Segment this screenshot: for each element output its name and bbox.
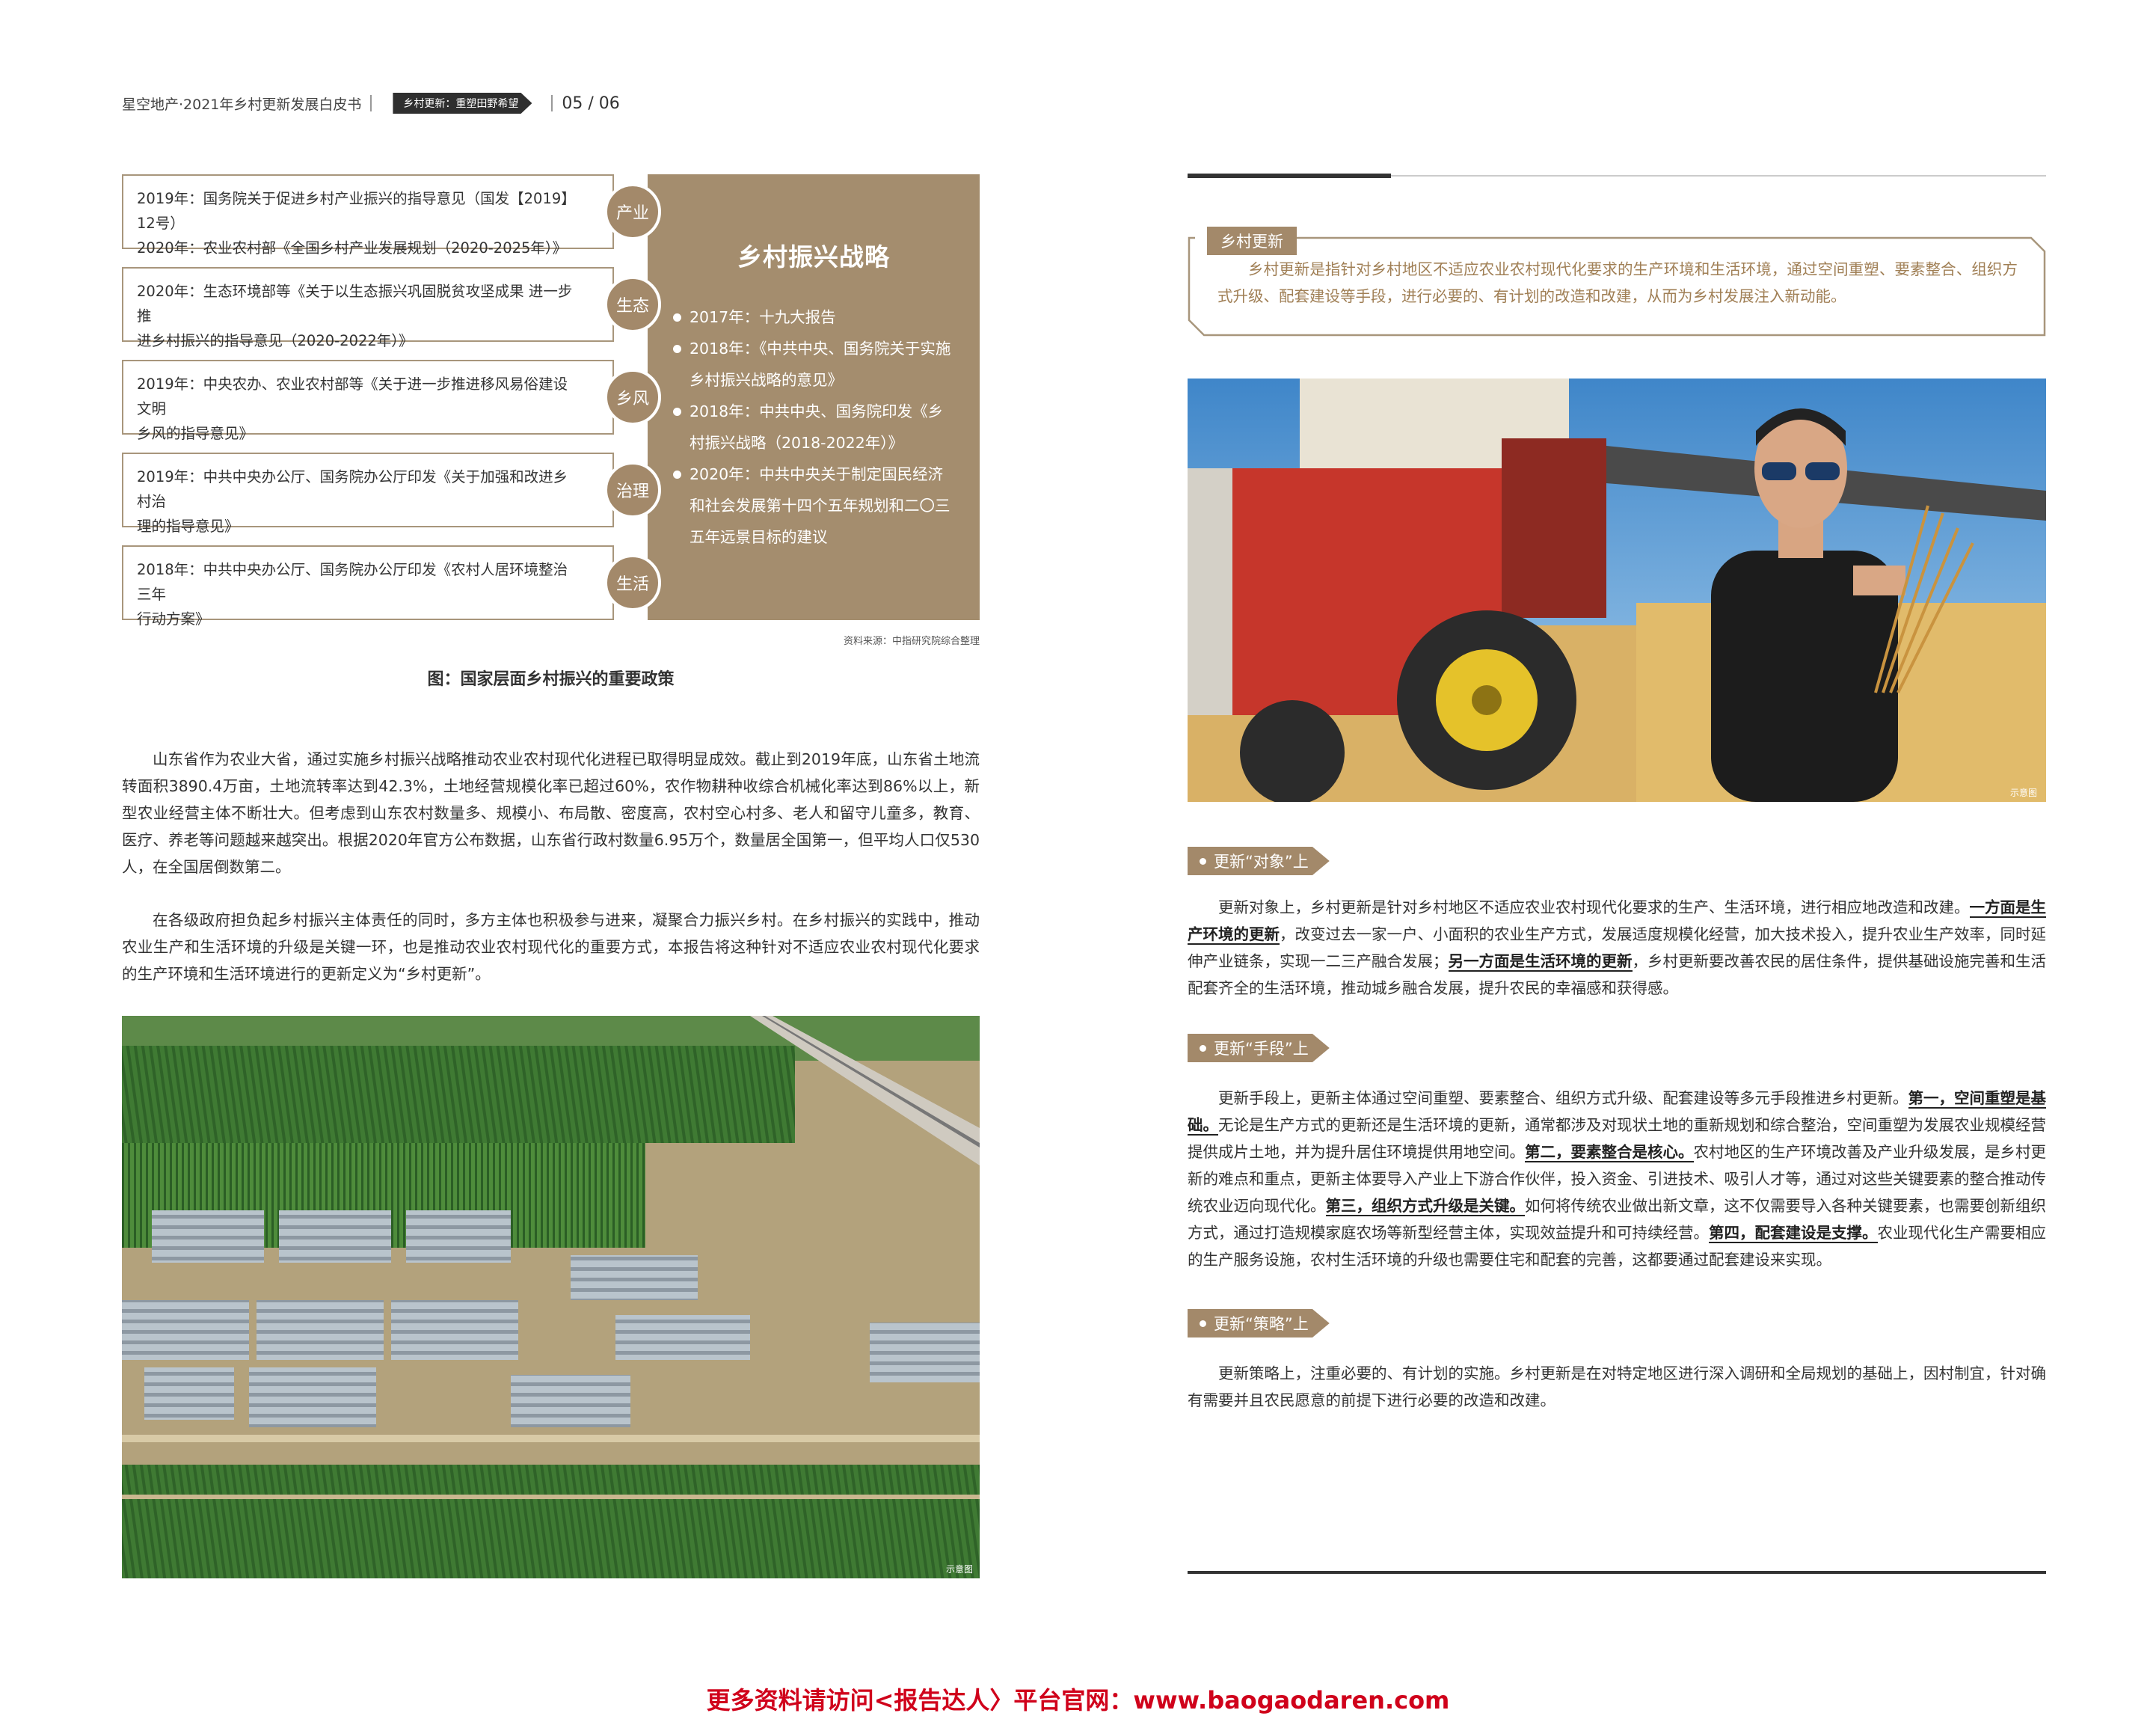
text-run: 更新对象上，乡村更新是针对乡村地区不适应农业农村现代化要求的生产、生活环境，进行… (1218, 898, 1970, 916)
text-run: 更新手段上，更新主体通过空间重塑、要素整合、组织方式升级、配套建设等多元手段推进… (1218, 1089, 1908, 1107)
strategy-item: 2020年：中共中央关于制定国民经济和社会发展第十四个五年规划和二〇三五年远景目… (673, 459, 957, 553)
policy-box-governance: 2019年：中共中央办公厅、国务院办公厅印发《关于加强和改进乡村治 理的指导意见… (122, 453, 614, 535)
harvester-photo-illustration: 示意图 (1188, 379, 2046, 802)
section-text-object: 更新对象上，乡村更新是针对乡村地区不适应农业农村现代化要求的生产、生活环境，进行… (1188, 894, 2046, 1002)
paragraph: 在各级政府担负起乡村振兴主体责任的同时，多方主体也积极参与进来，凝聚合力振兴乡村… (122, 911, 980, 983)
section-text-means: 更新手段上，更新主体通过空间重塑、要素整合、组织方式升级、配套建设等多元手段推进… (1188, 1085, 2046, 1273)
bullet-dot (1200, 857, 1206, 865)
policy-line: 2018年：中共中央办公厅、国务院办公厅印发《农村人居环境整治三年 (137, 561, 568, 603)
strategy-item: 2017年：十九大报告 (673, 301, 957, 333)
policy-line: 2020年：农业农村部《全国乡村产业发展规划（2020-2025年）》 (137, 239, 568, 257)
section-tag-label: 更新“策略”上 (1214, 1315, 1309, 1333)
section-badge: 乡村更新：重塑田野希望 (393, 93, 532, 114)
definition-box: 乡村更新 乡村更新是指针对乡村地区不适应农业农村现代化要求的生产环境和生活环境，… (1188, 227, 2046, 337)
emphasis: 第四，配套建设是支撑。 (1709, 1224, 1878, 1243)
divider (551, 95, 553, 111)
strategy-title: 乡村振兴战略 (737, 242, 890, 272)
section-tag-means: 更新“手段”上 (1188, 1034, 1330, 1062)
emphasis: 另一方面是生活环境的更新 (1448, 952, 1633, 972)
photo-watermark: 示意图 (946, 1563, 973, 1575)
category-circle-culture: 乡风 (604, 369, 661, 426)
top-rule-accent (1188, 174, 1391, 178)
definition-text: 乡村更新是指针对乡村地区不适应农业农村现代化要求的生产环境和生活环境，通过空间重… (1217, 256, 2018, 310)
strategy-item: 2018年：《中共中央、国务院关于实施乡村振兴战略的意见》 (673, 333, 957, 396)
paragraph: 山东省作为农业大省，通过实施乡村振兴战略推动农业农村现代化进程已取得明显成效。截… (122, 750, 980, 876)
category-circle-governance: 治理 (604, 462, 661, 518)
paragraph: 乡村更新是指针对乡村地区不适应农业农村现代化要求的生产环境和生活环境，通过空间重… (1217, 260, 2018, 305)
definition-tag: 乡村更新 (1207, 227, 1297, 255)
section-tag-object: 更新“对象”上 (1188, 847, 1330, 875)
section-tag-label: 更新“手段”上 (1214, 1040, 1309, 1058)
photo-watermark: 示意图 (2010, 787, 2037, 798)
page-header: 星空地产·2021年乡村更新发展白皮书 乡村更新：重塑田野希望 05 / 06 (122, 91, 620, 115)
category-circle-industry: 产业 (604, 183, 661, 240)
paragraph: 更新对象上，乡村更新是针对乡村地区不适应农业农村现代化要求的生产、生活环境，进行… (1188, 894, 2046, 1002)
section-tag-strategy: 更新“策略”上 (1188, 1309, 1330, 1337)
aerial-farmland-photo: 示意图 (122, 1016, 980, 1578)
policy-box-ecology: 2020年：生态环境部等《关于以生态振兴巩固脱贫攻坚成果 进一步推 进乡村振兴的… (122, 267, 614, 349)
policy-line: 2020年：生态环境部等《关于以生态振兴巩固脱贫攻坚成果 进一步推 (137, 283, 573, 325)
report-title: 星空地产·2021年乡村更新发展白皮书 (122, 96, 362, 113)
policy-line: 2019年：中央农办、农业农村部等《关于进一步推进移风易俗建设文明 (137, 376, 568, 417)
policy-line: 2019年：国务院关于促进乡村产业振兴的指导意见（国发【2019】12号） (137, 190, 576, 232)
strategy-list: 2017年：十九大报告 2018年：《中共中央、国务院关于实施乡村振兴战略的意见… (673, 301, 957, 553)
strategy-panel: 乡村振兴战略 2017年：十九大报告 2018年：《中共中央、国务院关于实施乡村… (648, 174, 980, 620)
footer-promo: 更多资料请访问<报告达人〉平台官网：www.baogaodaren.com (706, 1686, 1450, 1715)
category-circle-living: 生活 (604, 554, 661, 611)
strategy-item: 2018年：中共中央、国务院印发《乡村振兴战略（2018-2022年）》 (673, 396, 957, 459)
harvester-photo: 示意图 (1188, 379, 2046, 802)
category-circle-ecology: 生态 (604, 276, 661, 333)
aerial-photo-illustration: 示意图 (122, 1016, 980, 1578)
emphasis: 第二，要素整合是核心。 (1525, 1143, 1694, 1162)
policy-line: 乡风的指导意见》 (137, 425, 254, 442)
bottom-rule (1188, 1571, 2046, 1574)
policy-line: 理的指导意见》 (137, 518, 239, 535)
page-number: 05 / 06 (562, 94, 620, 113)
left-paragraph-1: 山东省作为农业大省，通过实施乡村振兴战略推动农业农村现代化进程已取得明显成效。截… (122, 746, 980, 880)
section-text-strategy: 更新策略上，注重必要的、有计划的实施。乡村更新是在对特定地区进行深入调研和全局规… (1188, 1360, 2046, 1414)
policy-line: 行动方案》 (137, 610, 210, 628)
policy-line: 2019年：中共中央办公厅、国务院办公厅印发《关于加强和改进乡村治 (137, 468, 568, 510)
policy-box-culture: 2019年：中央农办、农业农村部等《关于进一步推进移风易俗建设文明 乡风的指导意… (122, 360, 614, 442)
left-paragraph-2: 在各级政府担负起乡村振兴主体责任的同时，多方主体也积极参与进来，凝聚合力振兴乡村… (122, 907, 980, 987)
policy-box-industry: 2019年：国务院关于促进乡村产业振兴的指导意见（国发【2019】12号） 20… (122, 174, 614, 257)
section-tag-label: 更新“对象”上 (1214, 853, 1309, 871)
paragraph: 更新手段上，更新主体通过空间重塑、要素整合、组织方式升级、配套建设等多元手段推进… (1188, 1085, 2046, 1273)
policy-line: 进乡村振兴的指导意见（2020-2022年）》 (137, 332, 414, 349)
paragraph: 更新策略上，注重必要的、有计划的实施。乡村更新是在对特定地区进行深入调研和全局规… (1188, 1364, 2046, 1409)
bullet-dot (1200, 1044, 1206, 1052)
emphasis: 第三，组织方式升级是关键。 (1325, 1197, 1525, 1216)
source-note: 资料来源：中指研究院综合整理 (843, 636, 980, 647)
divider (370, 95, 372, 111)
figure-caption: 图：国家层面乡村振兴的重要政策 (427, 670, 675, 689)
bullet-dot (1200, 1320, 1206, 1327)
policy-box-living: 2018年：中共中央办公厅、国务院办公厅印发《农村人居环境整治三年 行动方案》 (122, 545, 614, 628)
